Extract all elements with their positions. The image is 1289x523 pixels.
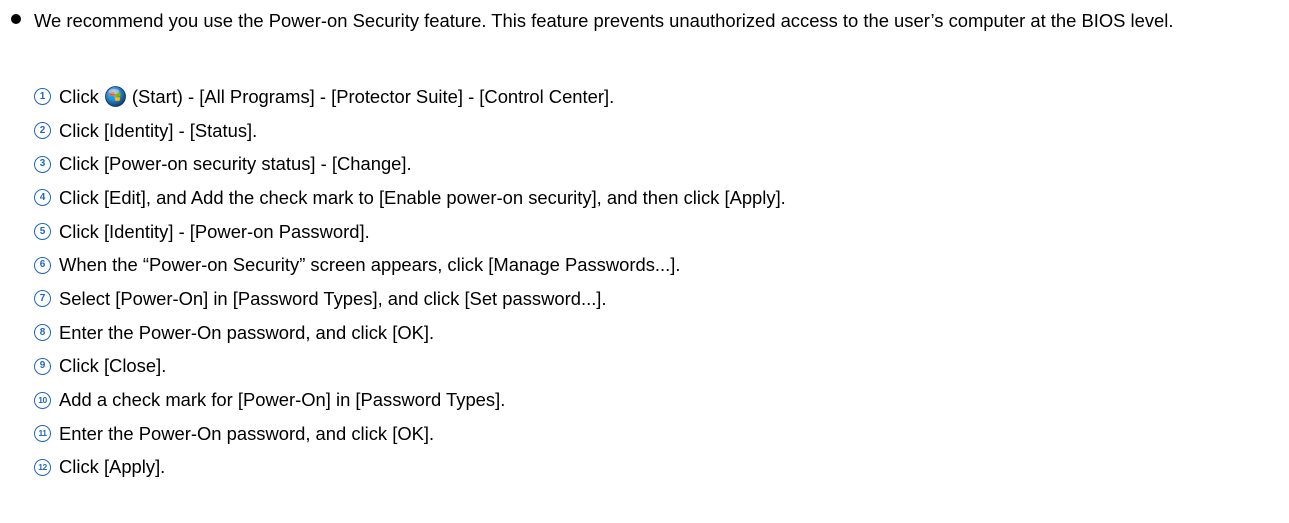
step-item-1: 1 Click (Start) - [All Programs] - [Prot… (34, 80, 786, 114)
step-text: Click [Close]. (59, 355, 167, 377)
step-text: When the “Power-on Security” screen appe… (59, 254, 681, 276)
step-number: 7 (34, 290, 51, 308)
step-number: 12 (34, 458, 51, 476)
step-item-4: 4 Click [Edit], and Add the check mark t… (34, 181, 786, 215)
recommendation-bullet: We recommend you use the Power-on Securi… (10, 6, 1280, 35)
step-item-5: 5 Click [Identity] - [Power-on Password]… (34, 215, 786, 249)
step-number: 10 (34, 391, 51, 409)
step-item-12: 12 Click [Apply]. (34, 451, 786, 485)
step-number: 6 (34, 256, 51, 274)
step-item-7: 7 Select [Power-On] in [Password Types],… (34, 282, 786, 316)
step-item-10: 10 Add a check mark for [Power-On] in [P… (34, 383, 786, 417)
step-number: 1 (34, 88, 51, 106)
step-text: Click [Edit], and Add the check mark to … (59, 186, 786, 208)
step-text-after-icon: (Start) - [All Programs] - [Protector Su… (131, 85, 615, 107)
step-text: Click [Power-on security status] - [Chan… (59, 153, 412, 175)
document-page: We recommend you use the Power-on Securi… (0, 0, 1289, 523)
step-item-8: 8 Enter the Power-On password, and click… (34, 316, 786, 350)
step-text: Click [Identity] - [Power-on Password]. (59, 220, 370, 242)
step-text-before-icon: Click (59, 85, 99, 107)
step-number: 11 (34, 425, 51, 443)
step-item-3: 3 Click [Power-on security status] - [Ch… (34, 147, 786, 181)
step-number: 5 (34, 223, 51, 241)
step-number: 3 (34, 155, 51, 173)
step-number: 8 (34, 324, 51, 342)
recommendation-text: We recommend you use the Power-on Securi… (34, 10, 1174, 31)
step-text: Click (Start) - [All Programs] - [Protec… (59, 86, 614, 108)
step-number: 9 (34, 357, 51, 375)
step-text: Enter the Power-On password, and click [… (59, 422, 435, 444)
step-text: Select [Power-On] in [Password Types], a… (59, 287, 607, 309)
bullet-row: We recommend you use the Power-on Securi… (10, 6, 1280, 35)
step-text: Click [Identity] - [Status]. (59, 119, 258, 141)
step-text: Add a check mark for [Power-On] in [Pass… (59, 389, 506, 411)
step-text: Click [Apply]. (59, 456, 166, 478)
step-item-11: 11 Enter the Power-On password, and clic… (34, 417, 786, 451)
step-number: 2 (34, 122, 51, 140)
step-text: Enter the Power-On password, and click [… (59, 321, 435, 343)
steps-list: 1 Click (Start) - [All Programs] - [Prot… (34, 80, 786, 484)
bullet-dot-icon (11, 14, 21, 24)
step-item-2: 2 Click [Identity] - [Status]. (34, 114, 786, 148)
step-number: 4 (34, 189, 51, 207)
step-item-6: 6 When the “Power-on Security” screen ap… (34, 248, 786, 282)
step-item-9: 9 Click [Close]. (34, 350, 786, 384)
windows-start-icon (104, 86, 126, 108)
